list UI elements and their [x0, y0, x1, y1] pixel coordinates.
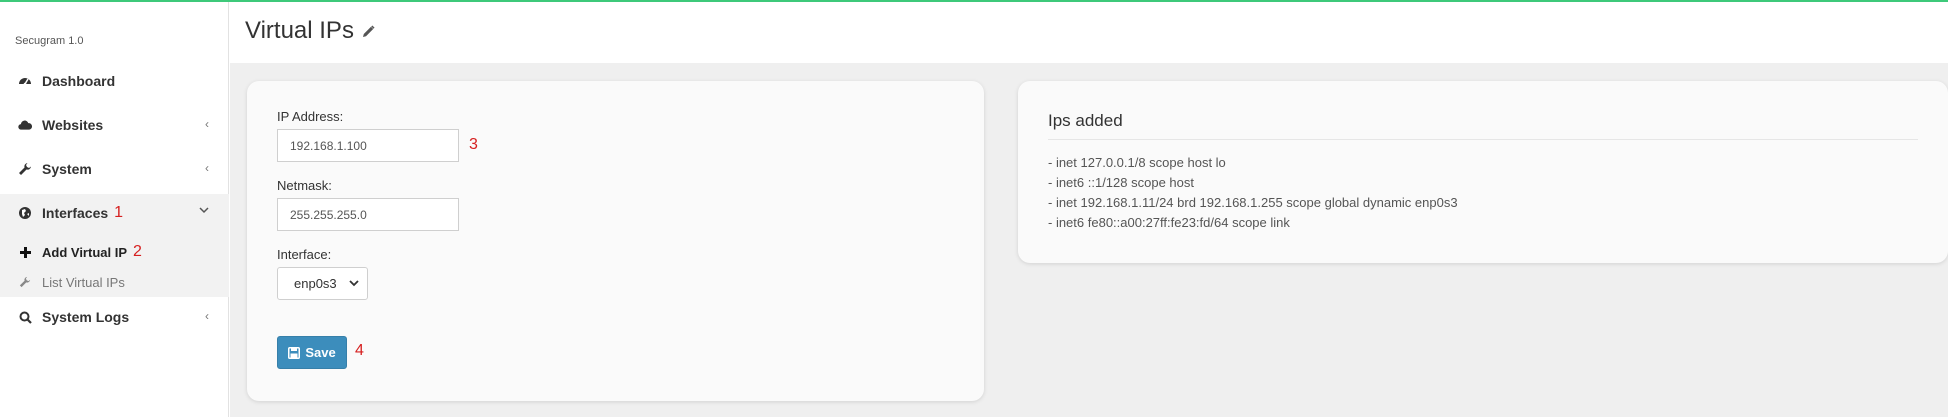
panel-title: Ips added	[1048, 111, 1123, 130]
dashboard-icon	[18, 74, 32, 88]
list-item: - inet 127.0.0.1/8 scope host lo	[1048, 155, 1226, 170]
add-virtual-ip-form: IP Address: 3 Netmask: Interface: enp0s3…	[247, 81, 984, 401]
list-item: - inet 192.168.1.11/24 brd 192.168.1.255…	[1048, 195, 1458, 210]
sidebar-item-dashboard[interactable]: Dashboard	[0, 59, 229, 103]
sidebar-item-websites[interactable]: Websites ‹	[0, 103, 229, 147]
page-title: Virtual IPs	[245, 17, 375, 45]
wrench-icon	[18, 276, 32, 288]
ip-list: - inet 127.0.0.1/8 scope host lo - inet6…	[1048, 153, 1458, 233]
ip-address-input[interactable]	[277, 129, 459, 162]
sidebar-item-label: Websites	[42, 117, 104, 133]
main-content: IP Address: 3 Netmask: Interface: enp0s3…	[230, 63, 1948, 417]
page-header: Virtual IPs	[230, 2, 1948, 63]
sidebar-item-label: System	[42, 161, 92, 177]
plus-icon	[18, 246, 32, 258]
annotation-marker: 2	[133, 243, 142, 260]
chevron-left-icon: ‹	[205, 309, 209, 323]
sidebar-subitem-list-virtual-ips[interactable]: List Virtual IPs	[0, 268, 229, 296]
panel-divider	[1048, 139, 1918, 140]
globe-icon	[18, 206, 32, 220]
sidebar-item-system[interactable]: System ‹	[0, 147, 229, 191]
sidebar-subitem-label: Add Virtual IP	[42, 244, 127, 260]
sidebar-item-label: Dashboard	[42, 73, 116, 89]
interface-label: Interface:	[277, 247, 332, 262]
save-button-label: Save	[305, 345, 336, 360]
ips-added-panel: Ips added - inet 127.0.0.1/8 scope host …	[1018, 81, 1948, 263]
brand-label: Secugram 1.0	[15, 35, 84, 47]
chevron-left-icon: ‹	[205, 161, 209, 175]
chevron-down-icon	[199, 203, 209, 217]
floppy-disk-icon	[288, 346, 301, 359]
annotation-marker: 4	[355, 342, 364, 359]
annotation-marker: 3	[469, 136, 478, 153]
sidebar-item-label: System Logs	[42, 309, 130, 325]
interface-select[interactable]: enp0s3	[277, 267, 368, 300]
chevron-left-icon: ‹	[205, 117, 209, 131]
sidebar-subitem-add-virtual-ip[interactable]: Add Virtual IP 2	[0, 238, 229, 266]
list-item: - inet6 fe80::a00:27ff:fe23:fd/64 scope …	[1048, 215, 1290, 230]
ip-address-label: IP Address:	[277, 109, 344, 124]
sidebar-item-interfaces[interactable]: Interfaces 1	[0, 191, 229, 235]
netmask-label: Netmask:	[277, 178, 332, 193]
sidebar-item-label: Interfaces	[42, 205, 109, 221]
annotation-marker: 1	[114, 204, 124, 221]
sidebar-subitem-label: List Virtual IPs	[42, 274, 125, 290]
chevron-down-icon	[349, 277, 359, 292]
pencil-icon[interactable]	[362, 24, 375, 38]
save-button[interactable]: Save	[277, 336, 347, 369]
cloud-icon	[18, 118, 32, 132]
page-title-text: Virtual IPs	[245, 17, 354, 44]
interface-select-value: enp0s3	[294, 276, 337, 291]
wrench-icon	[18, 162, 32, 176]
search-icon	[18, 310, 32, 324]
sidebar: Secugram 1.0 Dashboard Websites ‹ System…	[0, 2, 229, 417]
sidebar-item-system-logs[interactable]: System Logs ‹	[0, 295, 229, 339]
netmask-input[interactable]	[277, 198, 459, 231]
list-item: - inet6 ::1/128 scope host	[1048, 175, 1194, 190]
